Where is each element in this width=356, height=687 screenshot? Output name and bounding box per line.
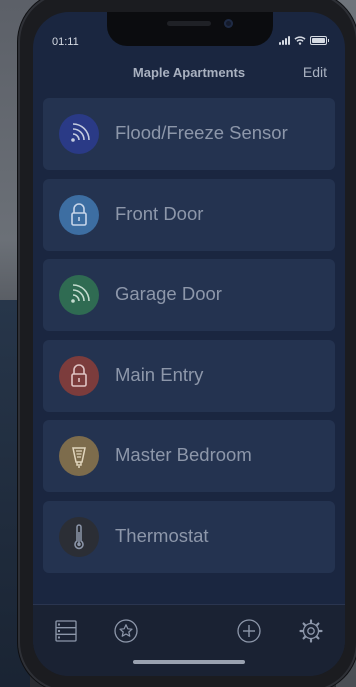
device-item-garage-door[interactable]: Garage Door: [43, 259, 335, 332]
settings-gear-icon[interactable]: [298, 618, 324, 644]
page-title: Maple Apartments: [132, 65, 246, 80]
wifi-icon: [294, 36, 306, 45]
device-item-thermostat[interactable]: Thermostat: [43, 500, 335, 573]
tab-bar: [33, 604, 345, 676]
device-label: Main Entry: [115, 363, 204, 385]
device-item-flood-freeze-sensor[interactable]: Flood/Freeze Sensor: [43, 98, 335, 170]
thermometer-icon: [59, 516, 99, 557]
device-label: Flood/Freeze Sensor: [115, 122, 288, 143]
device-label: Garage Door: [115, 283, 222, 305]
favorites-star-icon[interactable]: [113, 618, 139, 644]
device-list: Flood/Freeze Sensor Front Door Garage Do…: [43, 98, 335, 582]
speaker: [167, 21, 211, 26]
devices-list-icon[interactable]: [53, 618, 79, 644]
cellular-signal-icon: [279, 36, 290, 45]
device-item-master-bedroom[interactable]: Master Bedroom: [43, 420, 335, 493]
lock-icon: [59, 194, 99, 235]
lock-icon: [59, 355, 99, 396]
status-icons: [279, 36, 329, 45]
add-icon[interactable]: [236, 618, 262, 644]
device-label: Front Door: [115, 202, 204, 224]
phone-screen: 01:11 Maple Apartments Edit Flood/Freeze…: [33, 12, 345, 676]
notch: [107, 12, 273, 46]
device-item-main-entry[interactable]: Main Entry: [43, 339, 335, 412]
bulb-icon: [59, 436, 99, 477]
front-camera: [224, 19, 233, 28]
battery-icon: [310, 36, 329, 45]
wireless-sensor-icon: [59, 275, 99, 316]
edit-button[interactable]: Edit: [303, 64, 327, 80]
home-indicator[interactable]: [133, 660, 245, 664]
status-time: 01:11: [52, 36, 79, 48]
device-label: Thermostat: [115, 524, 209, 546]
device-label: Master Bedroom: [115, 444, 252, 466]
wireless-sensor-icon: [59, 114, 99, 154]
device-item-front-door[interactable]: Front Door: [43, 178, 335, 251]
